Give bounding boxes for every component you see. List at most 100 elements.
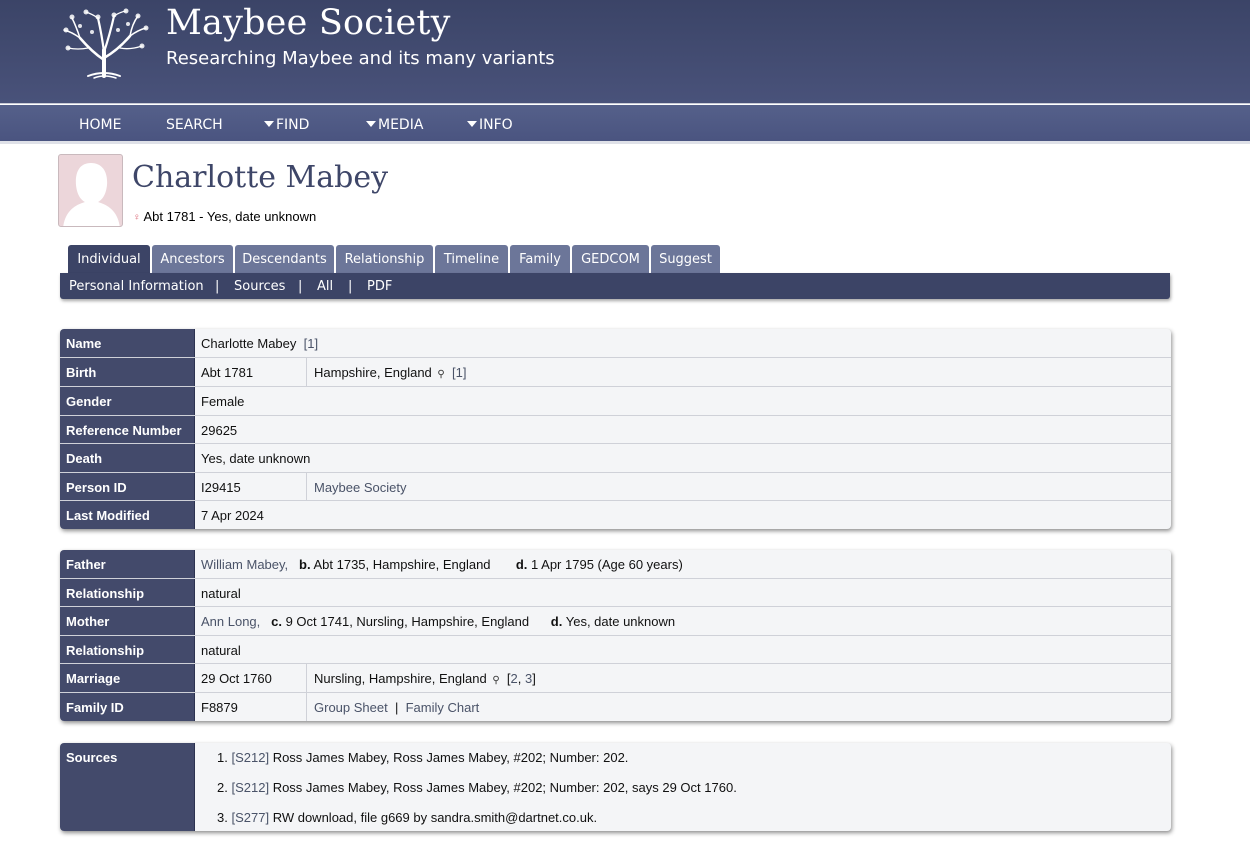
site-title[interactable]: Maybee Society [166,3,451,43]
death-abbrev: d. [515,557,528,572]
citation-link[interactable]: 2 [511,671,518,686]
tab-ancestors[interactable]: Ancestors [152,245,233,273]
source-item: 3. [S277] RW download, file g669 by sand… [217,810,597,825]
family-chart-link[interactable]: Family Chart [406,700,480,715]
tree-logo-icon[interactable] [58,8,150,80]
subnav-sources[interactable]: Sources [234,279,285,294]
birth-abbrev: b. [299,557,311,572]
name-value: Charlotte Mabey [1] [201,336,318,351]
gender-value: Female [201,394,245,409]
gender-label: Gender [60,387,195,415]
source-number: 3. [217,810,228,825]
site-header: Maybee Society Researching Maybee and it… [0,0,1250,104]
citation-sep: , [517,671,525,686]
subnav-personal-information[interactable]: Personal Information [69,279,204,294]
caret-down-icon [467,121,477,127]
source-link[interactable]: [S277] [231,810,269,825]
table-row: Mother Ann Long, c. 9 Oct 1741, Nursling… [60,607,1171,636]
nav-search[interactable]: SEARCH [166,117,223,133]
birth-place[interactable]: Hampshire, England [314,365,432,380]
table-row: Sources 1. [S212] Ross James Mabey, Ross… [60,743,1171,831]
marriage-date: 29 Oct 1760 [201,671,272,686]
source-link[interactable]: [S212] [231,750,269,765]
person-id-label: Person ID [60,473,195,500]
sub-navigation: Personal Information | Sources | All | P… [60,273,1170,299]
nav-find-label: FIND [276,117,310,133]
birth-date: Abt 1781 [201,365,254,380]
last-modified-label: Last Modified [60,501,195,529]
name-label: Name [60,329,195,357]
citation-link[interactable]: [1] [304,336,318,351]
reference-number-value: 29625 [201,423,238,438]
tab-timeline[interactable]: Timeline [435,245,508,273]
father-birth: Abt 1735, Hampshire, England [313,557,491,572]
mother-link[interactable]: Ann Long, [201,614,260,629]
tab-descendants[interactable]: Descendants [235,245,334,273]
table-row: Family ID F8879 Group Sheet | Family Cha… [60,693,1171,721]
magnifier-icon[interactable]: ⚲ [437,369,444,380]
marriage-label: Marriage [60,664,195,692]
individual-info-table: Name Charlotte Mabey [1] Birth Abt 1781 … [60,329,1171,529]
nav-info-label: INFO [479,117,513,133]
nav-media-label: MEDIA [378,117,424,133]
nav-media[interactable]: MEDIA [366,117,423,133]
tree-link[interactable]: Maybee Society [306,473,407,500]
table-row: Relationship natural [60,579,1171,607]
tab-relationship[interactable]: Relationship [336,245,433,273]
main-nav: HOME SEARCH FIND MEDIA INFO [0,105,1250,144]
marriage-place-cell: Nursling, Hampshire, England ⚲ [2, 3] [306,664,536,692]
female-icon: ♀ [133,212,141,223]
tab-suggest[interactable]: Suggest [651,245,720,273]
mother-label: Mother [60,607,195,635]
subnav-all[interactable]: All [317,279,333,294]
nav-info[interactable]: INFO [467,117,513,133]
group-sheet-link[interactable]: Group Sheet [314,700,388,715]
family-id-value: F8879 [201,700,238,715]
reference-number-label: Reference Number [60,416,195,443]
subnav-separator: | [215,279,220,294]
family-id-label: Family ID [60,693,195,721]
table-row: Relationship natural [60,636,1171,664]
relationship-value: natural [201,586,241,601]
person-photo-placeholder [58,154,123,227]
tab-individual[interactable]: Individual [68,245,150,273]
death-abbrev: d. [550,614,563,629]
name-text: Charlotte Mabey [201,336,297,351]
mother-christening: 9 Oct 1741, Nursling, Hampshire, England [285,614,530,629]
person-dates: ♀ Abt 1781 - Yes, date unknown [133,209,316,224]
subnav-separator: | [348,279,353,294]
tab-family[interactable]: Family [510,245,570,273]
source-text: Ross James Mabey, Ross James Mabey, #202… [272,780,737,795]
person-name: Charlotte Mabey [132,160,389,195]
link-separator: | [394,700,399,715]
sources-table: Sources 1. [S212] Ross James Mabey, Ross… [60,743,1171,831]
death-label: Death [60,444,195,472]
death-value: Yes, date unknown [201,451,311,466]
table-row: Marriage 29 Oct 1760 Nursling, Hampshire… [60,664,1171,693]
father-link[interactable]: William Mabey, [201,557,288,572]
tab-gedcom[interactable]: GEDCOM [572,245,649,273]
father-value: William Mabey, b. Abt 1735, Hampshire, E… [201,557,683,572]
table-row: Death Yes, date unknown [60,444,1171,473]
table-row: Father William Mabey, b. Abt 1735, Hamps… [60,550,1171,579]
birth-label: Birth [60,358,195,386]
source-number: 1. [217,750,228,765]
source-item: 1. [S212] Ross James Mabey, Ross James M… [217,750,628,765]
source-item: 2. [S212] Ross James Mabey, Ross James M… [217,780,737,795]
subnav-separator: | [298,279,303,294]
source-text: RW download, file g669 by sandra.smith@d… [272,810,598,825]
family-info-table: Father William Mabey, b. Abt 1735, Hamps… [60,550,1171,721]
father-label: Father [60,550,195,578]
subnav-pdf[interactable]: PDF [367,279,392,294]
relationship-label: Relationship [60,579,195,606]
source-link[interactable]: [S212] [231,780,269,795]
magnifier-icon[interactable]: ⚲ [492,675,499,686]
marriage-place[interactable]: Nursling, Hampshire, England [314,671,487,686]
site-subtitle: Researching Maybee and its many variants [166,48,555,69]
source-text: Ross James Mabey, Ross James Mabey, #202… [272,750,629,765]
person-dates-text: Abt 1781 - Yes, date unknown [143,209,317,224]
nav-home[interactable]: HOME [79,117,121,133]
nav-find[interactable]: FIND [264,117,309,133]
citation-bracket: ] [532,671,536,686]
citation-link[interactable]: [1] [452,365,466,380]
